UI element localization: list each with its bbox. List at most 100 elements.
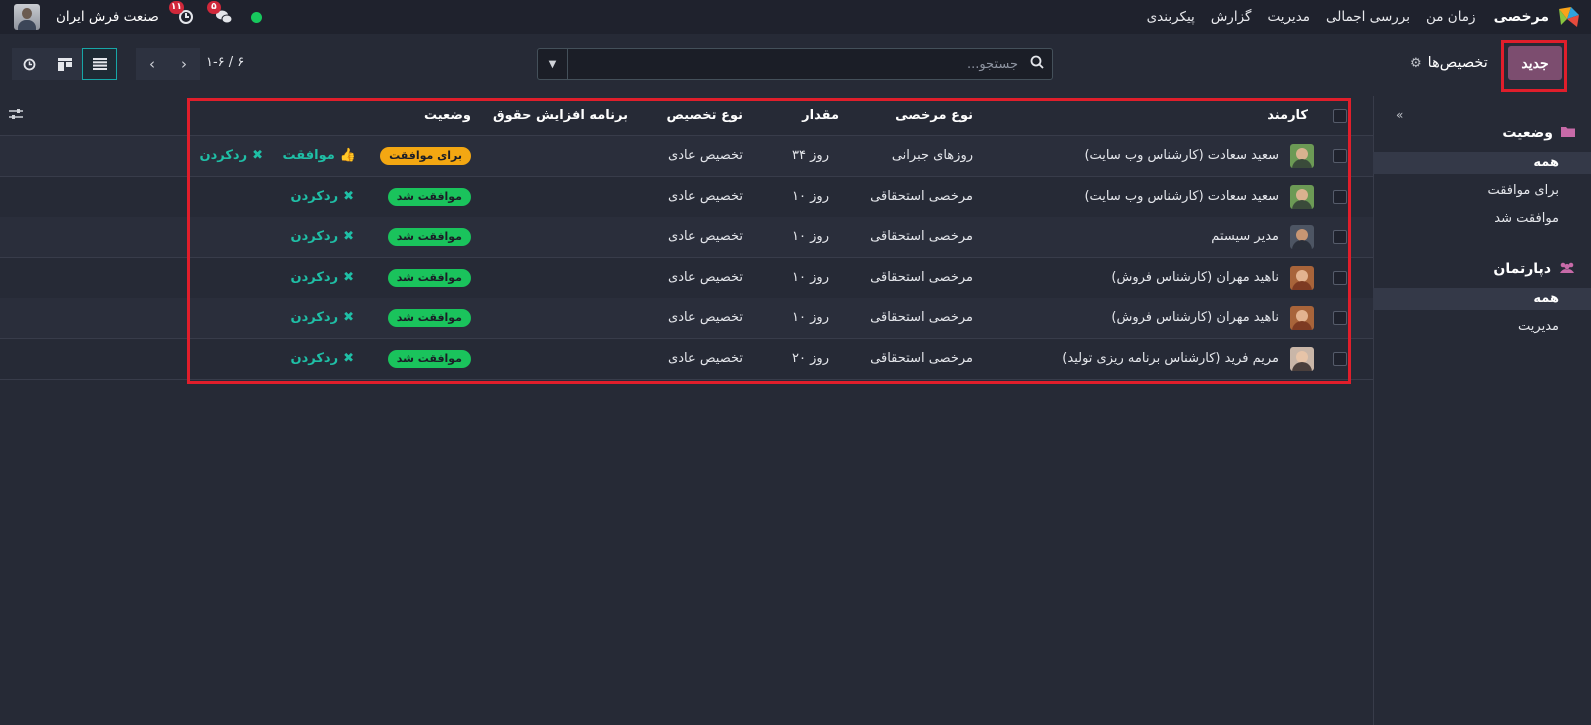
employee-name: مریم فرید (کارشناس برنامه ریزی تولید) (1062, 350, 1279, 366)
pager-value[interactable]: ۱-۶ / ۶ (206, 55, 244, 70)
refuse-label: ردکردن (290, 350, 339, 366)
table-row[interactable]: سعید سعادت (کارشناس وب سایت) روزهای جبران… (0, 136, 1373, 177)
activity-clock-icon[interactable]: ۱۱ (168, 1, 197, 28)
pager-previous-icon[interactable]: ‹ (136, 48, 168, 80)
list-view-icon[interactable] (82, 48, 117, 80)
search-bar: ▼ (537, 48, 1053, 80)
table-row[interactable]: ناهید مهران (کارشناس فروش) مرخصی استحقاقی… (0, 298, 1373, 339)
app-title[interactable]: مرخصی (1494, 9, 1549, 25)
department-filter-title: دپارتمان (1493, 261, 1551, 277)
status-filter-group: وضعیت همه برای موافقت موافقت شد (1373, 120, 1591, 230)
row-checkbox[interactable] (1333, 270, 1347, 285)
menu-item-reporting[interactable]: گزارش (1203, 9, 1260, 25)
search-input[interactable] (568, 49, 1022, 79)
breadcrumb-title: تخصیص‌ها (1427, 55, 1488, 71)
column-leave-type[interactable]: نوع مرخصی (895, 108, 973, 123)
activity-view-icon[interactable] (12, 48, 47, 80)
refuse-button[interactable]: ردکردن ✖ (291, 310, 354, 325)
close-icon: ✖ (343, 269, 354, 285)
close-icon: ✖ (343, 229, 354, 244)
row-checkbox[interactable] (1333, 189, 1347, 204)
department-filter-group: دپارتمان همه مدیریت (1373, 256, 1591, 338)
status-filter-to-approve[interactable]: برای موافقت (1373, 180, 1591, 202)
company-switcher[interactable]: صنعت فرش ایران (56, 9, 159, 25)
close-icon: ✖ (343, 310, 354, 325)
row-checkbox[interactable] (1333, 149, 1347, 163)
refuse-label: ردکردن (290, 310, 339, 325)
user-avatar[interactable] (14, 4, 40, 30)
refuse-button[interactable]: ردکردن ✖ (200, 148, 263, 163)
leave-type: روزهای جبرانی (891, 148, 973, 163)
table-row[interactable]: ناهید مهران (کارشناس فروش) مرخصی استحقاقی… (0, 257, 1373, 299)
column-amount[interactable]: مقدار (802, 108, 839, 123)
leave-type: مرخصی استحقاقی (870, 188, 973, 204)
refuse-button[interactable]: ردکردن ✖ (291, 189, 354, 204)
leave-type: مرخصی استحقاقی (870, 229, 973, 244)
column-allocation-type[interactable]: نوع تخصیص (666, 108, 743, 123)
department-filter-management[interactable]: مدیریت (1373, 316, 1591, 338)
kanban-view-icon[interactable] (47, 48, 82, 80)
refuse-label: ردکردن (290, 188, 339, 204)
department-filter-all[interactable]: همه (1373, 288, 1591, 310)
app-logo-icon[interactable] (1557, 5, 1581, 29)
refuse-button[interactable]: ردکردن ✖ (291, 270, 354, 285)
employee-name: ناهید مهران (کارشناس فروش) (1111, 310, 1279, 325)
main-menu: مرخصی زمان من بررسی اجمالی مدیریت گزارش … (1139, 0, 1581, 34)
amount: ۱۰ روز (792, 310, 829, 325)
activity-badge: ۱۱ (168, 1, 184, 14)
search-icon[interactable] (1022, 55, 1052, 73)
employee-name: ناهید مهران (کارشناس فروش) (1111, 269, 1279, 285)
table-row[interactable]: مدیر سیستم مرخصی استحقاقی ۱۰ روز تخصیص عادی… (0, 217, 1373, 258)
status-filter-title: وضعیت (1502, 125, 1553, 141)
online-status-dot (250, 11, 262, 23)
folder-icon (1561, 126, 1575, 140)
status-filter-all[interactable]: همه (1373, 152, 1591, 174)
view-switcher (12, 48, 117, 80)
close-icon: ✖ (343, 350, 354, 366)
allocation-type: تخصیص عادی (668, 148, 743, 163)
status-badge: موافقت شد (387, 349, 471, 368)
menu-item-management[interactable]: مدیریت (1259, 9, 1318, 25)
column-employee[interactable]: کارمند (1267, 108, 1308, 123)
thumbs-up-icon: 👍 (339, 148, 356, 163)
status-filter-approved[interactable]: موافقت شد (1373, 208, 1591, 230)
optional-columns-icon[interactable] (8, 108, 24, 124)
column-accrual-plan[interactable]: برنامه افزایش حقوق (493, 108, 628, 123)
employee-avatar (1290, 265, 1314, 290)
row-checkbox[interactable] (1333, 351, 1347, 366)
amount: ۳۴ روز (792, 148, 829, 163)
allocation-type: تخصیص عادی (668, 229, 743, 244)
column-status[interactable]: وضعیت (424, 108, 471, 123)
allocation-type: تخصیص عادی (668, 310, 743, 325)
select-all-checkbox[interactable] (1333, 109, 1347, 123)
systray: صنعت فرش ایران ۱۱ ۵ (14, 0, 262, 34)
refuse-button[interactable]: ردکردن ✖ (291, 229, 354, 244)
refuse-label: ردکردن (290, 269, 339, 285)
employee-avatar (1290, 306, 1314, 330)
approve-button[interactable]: موافقت 👍 (283, 148, 356, 163)
row-checkbox[interactable] (1333, 311, 1347, 325)
amount: ۱۰ روز (792, 229, 829, 244)
row-checkbox[interactable] (1333, 230, 1347, 244)
pager-next-icon[interactable]: › (168, 48, 200, 80)
refuse-button[interactable]: ردکردن ✖ (291, 351, 354, 366)
status-filter-header: وضعیت (1373, 120, 1591, 146)
messages-chat-icon[interactable]: ۵ (206, 1, 235, 28)
page-title: ⚙ تخصیص‌ها (1410, 53, 1488, 73)
status-badge: موافقت شد (387, 187, 471, 206)
table-row[interactable]: مریم فرید (کارشناس برنامه ریزی تولید) مرخ… (0, 338, 1373, 380)
table-row[interactable]: سعید سعادت (کارشناس وب سایت) مرخصی استحقا… (0, 176, 1373, 218)
department-filter-header: دپارتمان (1373, 256, 1591, 282)
menu-item-my-time[interactable]: زمان من (1418, 9, 1484, 25)
gear-icon[interactable]: ⚙ (1410, 56, 1422, 71)
employee-name: سعید سعادت (کارشناس وب سایت) (1084, 148, 1279, 163)
amount: ۲۰ روز (792, 350, 829, 366)
employee-avatar (1290, 225, 1314, 249)
search-options-dropdown-icon[interactable]: ▼ (538, 49, 568, 79)
menu-item-configuration[interactable]: پیکربندی (1139, 9, 1203, 25)
status-badge: برای موافقت (380, 147, 471, 165)
messages-badge: ۵ (206, 1, 221, 14)
top-navbar: مرخصی زمان من بررسی اجمالی مدیریت گزارش … (0, 0, 1591, 34)
menu-item-overview[interactable]: بررسی اجمالی (1318, 9, 1418, 25)
amount: ۱۰ روز (792, 188, 829, 204)
